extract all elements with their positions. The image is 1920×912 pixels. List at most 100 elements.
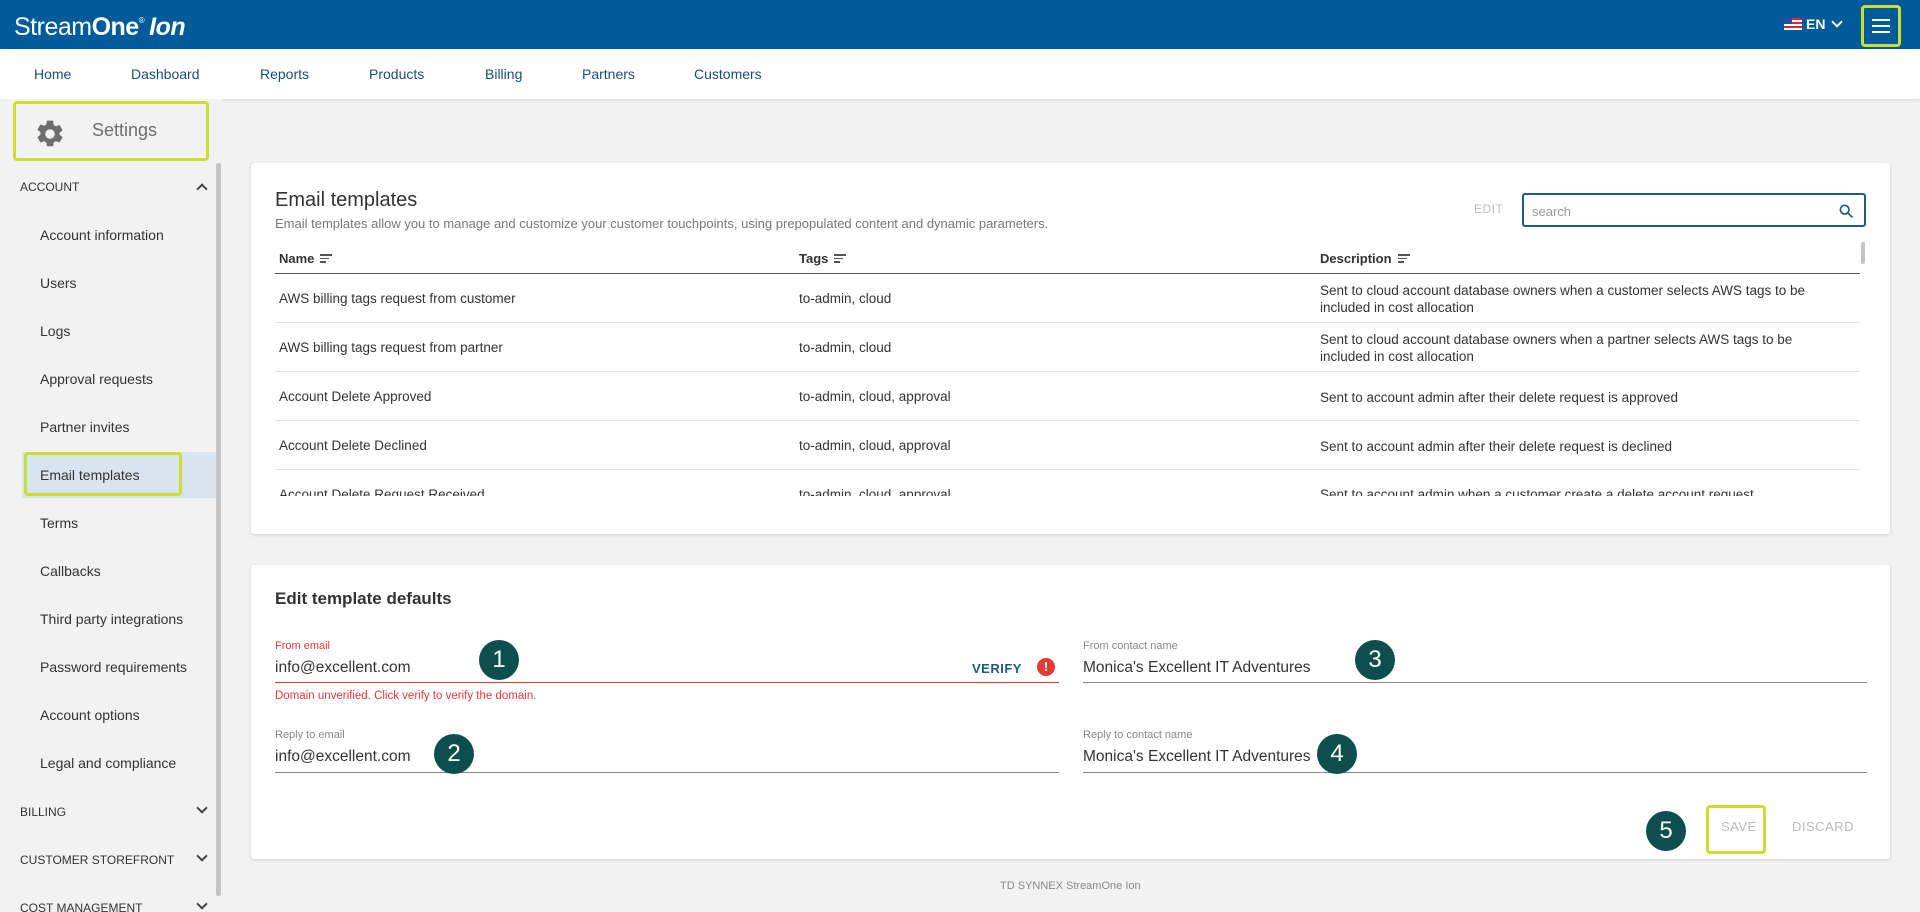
table-cell-description: Sent to account admin when a customer cr… — [1320, 487, 1754, 496]
edit-defaults-title: Edit template defaults — [275, 589, 452, 608]
from-email-field[interactable]: info@excellent.com — [275, 659, 411, 677]
table-cell-tags: to-admin, cloud — [799, 291, 892, 306]
step-badge-2: 2 — [434, 734, 474, 774]
table-row-partial: Account Delete Request Received to-admin… — [275, 475, 1860, 496]
sidebar-item-password-requirements[interactable]: Password requirements — [40, 659, 187, 675]
column-header-tags[interactable]: Tags — [799, 251, 847, 266]
sidebar-item-email-templates[interactable]: Email templates — [40, 467, 140, 483]
email-templates-title: Email templates — [275, 189, 418, 211]
sort-icon[interactable] — [320, 254, 333, 263]
table-cell-name[interactable]: Account Delete Request Received — [279, 487, 485, 496]
sidebar-section-cost-management[interactable]: COST MANAGEMENT — [20, 901, 142, 912]
email-templates-subtitle: Email templates allow you to manage and … — [275, 216, 1049, 231]
column-header-label: Tags — [799, 251, 829, 266]
table-cell-name[interactable]: AWS billing tags request from partner — [279, 340, 503, 355]
table-cell-description: Sent to cloud account database owners wh… — [1320, 332, 1793, 364]
edit-button[interactable]: EDIT — [1474, 202, 1503, 216]
sidebar-item-approval-requests[interactable]: Approval requests — [40, 371, 153, 387]
top-header-bar: StreamOne® Ion EN — [0, 0, 1920, 49]
sidebar-item-partner-invites[interactable]: Partner invites — [40, 419, 129, 435]
table-cell-tags: to-admin, cloud, approval — [799, 438, 951, 453]
from-contact-label: From contact name — [1083, 640, 1178, 652]
sort-icon[interactable] — [1397, 254, 1410, 263]
sidebar-item-third-party-integrations[interactable]: Third party integrations — [40, 611, 183, 627]
sort-icon[interactable] — [834, 254, 847, 263]
sidebar-scrollbar[interactable] — [216, 163, 221, 896]
reply-email-field[interactable]: info@excellent.com — [275, 748, 411, 766]
nav-reports[interactable]: Reports — [260, 66, 309, 82]
nav-home[interactable]: Home — [34, 66, 71, 82]
sidebar-item-legal-and-compliance[interactable]: Legal and compliance — [40, 755, 176, 771]
nav-customers[interactable]: Customers — [694, 66, 762, 82]
sidebar-section-account[interactable]: ACCOUNT — [20, 180, 79, 194]
menu-icon-bar — [1872, 25, 1890, 27]
sidebar-item-terms[interactable]: Terms — [40, 515, 78, 531]
from-contact-field[interactable]: Monica's Excellent IT Adventures — [1083, 659, 1311, 677]
search-placeholder: search — [1532, 204, 1572, 219]
table-cell-description: Sent to cloud account database owners wh… — [1320, 283, 1806, 315]
table-cell-description: Sent to account admin after their delete… — [1320, 390, 1678, 405]
main-nav: Home Dashboard Reports Products Billing … — [0, 49, 1920, 99]
menu-icon-bar — [1872, 31, 1890, 33]
sidebar-item-callbacks[interactable]: Callbacks — [40, 563, 101, 579]
language-selector[interactable]: EN — [1784, 16, 1844, 32]
from-email-label: From email — [275, 640, 331, 652]
reply-contact-underline — [1083, 772, 1867, 773]
column-header-label: Name — [279, 251, 315, 266]
gear-icon — [37, 120, 63, 147]
error-icon: ! — [1037, 658, 1055, 676]
hamburger-menu-button[interactable] — [1861, 5, 1901, 47]
edit-defaults-card — [251, 565, 1890, 859]
table-scrollbar[interactable] — [1861, 242, 1865, 264]
footer-text: TD SYNNEX StreamOne Ion — [1000, 880, 1141, 892]
row-divider — [275, 420, 1860, 421]
sidebar-item-users[interactable]: Users — [40, 275, 77, 291]
from-email-underline — [275, 682, 1059, 683]
step-badge-4: 4 — [1317, 734, 1357, 774]
discard-button[interactable]: DISCARD — [1792, 819, 1854, 834]
column-header-description[interactable]: Description — [1320, 251, 1410, 266]
table-cell-description: Sent to account admin after their delete… — [1320, 439, 1672, 454]
language-label: EN — [1806, 16, 1826, 32]
reply-email-label: Reply to email — [275, 729, 345, 741]
from-email-error: Domain unverified. Click verify to verif… — [275, 690, 537, 702]
us-flag-icon — [1784, 18, 1802, 30]
streamone-ion-logo[interactable]: StreamOne® Ion — [14, 13, 186, 42]
nav-billing[interactable]: Billing — [485, 66, 522, 82]
sidebar-section-billing[interactable]: BILLING — [20, 805, 66, 819]
table-cell-name[interactable]: Account Delete Declined — [279, 438, 427, 453]
save-button[interactable]: SAVE — [1721, 819, 1757, 834]
nav-partners[interactable]: Partners — [582, 66, 635, 82]
reply-email-underline — [275, 772, 1059, 773]
step-badge-3: 3 — [1355, 640, 1395, 680]
settings-sidebar — [0, 99, 222, 912]
table-cell-name[interactable]: Account Delete Approved — [279, 389, 431, 404]
table-cell-tags: to-admin, cloud, approval — [799, 487, 951, 496]
sidebar-item-account-options[interactable]: Account options — [40, 707, 140, 723]
step-badge-1: 1 — [479, 640, 519, 680]
table-cell-name[interactable]: AWS billing tags request from customer — [279, 291, 516, 306]
search-input[interactable]: search — [1522, 193, 1866, 227]
verify-button[interactable]: VERIFY — [972, 661, 1022, 676]
row-divider — [275, 322, 1860, 323]
nav-dashboard[interactable]: Dashboard — [131, 66, 200, 82]
step-badge-5: 5 — [1646, 811, 1686, 851]
search-icon[interactable] — [1838, 203, 1854, 219]
sidebar-item-logs[interactable]: Logs — [40, 323, 70, 339]
row-divider — [275, 469, 1860, 470]
nav-products[interactable]: Products — [369, 66, 424, 82]
sidebar-item-account-information[interactable]: Account information — [40, 227, 164, 243]
chevron-down-icon — [1831, 16, 1844, 28]
table-cell-tags: to-admin, cloud — [799, 340, 892, 355]
sidebar-section-customer-storefront[interactable]: CUSTOMER STOREFRONT — [20, 853, 174, 867]
reply-contact-label: Reply to contact name — [1083, 729, 1193, 741]
column-header-label: Description — [1320, 251, 1392, 266]
table-header-divider — [275, 273, 1860, 274]
menu-icon-bar — [1872, 19, 1890, 21]
from-contact-underline — [1083, 682, 1867, 683]
table-cell-tags: to-admin, cloud, approval — [799, 389, 951, 404]
settings-title: Settings — [92, 120, 158, 140]
reply-contact-field[interactable]: Monica's Excellent IT Adventures — [1083, 748, 1311, 766]
row-divider — [275, 371, 1860, 372]
column-header-name[interactable]: Name — [279, 251, 333, 266]
